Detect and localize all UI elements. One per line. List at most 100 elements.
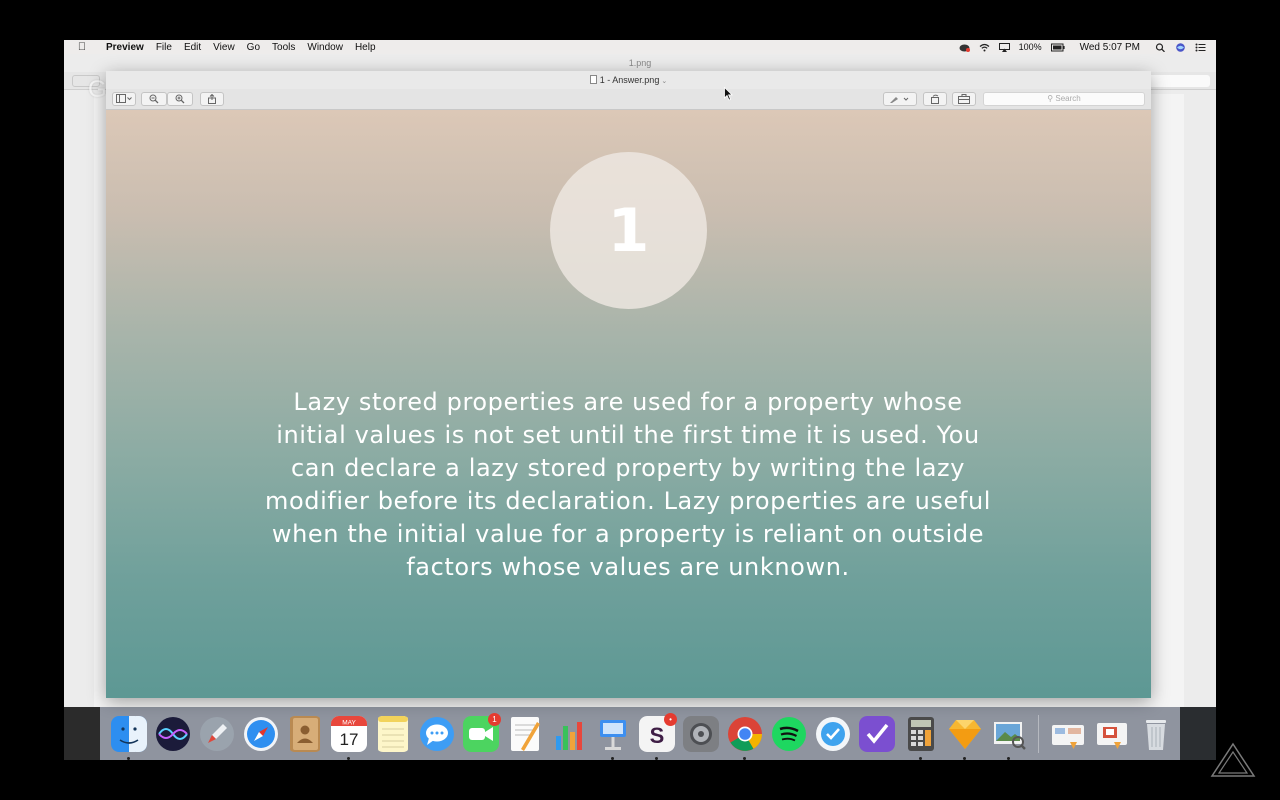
battery-icon[interactable] xyxy=(1050,43,1065,52)
window-titlebar[interactable]: 1 - Answer.png ⌄ xyxy=(106,71,1151,89)
gear-icon xyxy=(683,715,719,752)
dock-omnifocus[interactable] xyxy=(856,713,898,755)
dock-chrome[interactable] xyxy=(724,713,766,760)
menu-edit[interactable]: Edit xyxy=(178,42,207,53)
toolbox-icon xyxy=(958,94,970,104)
dock-contacts[interactable] xyxy=(284,713,326,755)
rotate-button[interactable] xyxy=(923,92,947,106)
dock-numbers[interactable] xyxy=(548,713,590,755)
desktop-screen:  Preview File Edit View Go Tools Window… xyxy=(64,40,1216,760)
sidebar-icon xyxy=(116,94,132,103)
menu-go[interactable]: Go xyxy=(241,42,266,53)
dock-slack[interactable]: S • xyxy=(636,712,678,760)
creative-cloud-icon[interactable] xyxy=(959,43,970,52)
checkbox-icon xyxy=(859,715,895,752)
dock-mail-pilot[interactable] xyxy=(812,713,854,755)
pen-icon xyxy=(890,97,909,103)
dock-facetime[interactable]: 1 xyxy=(460,712,502,755)
zoom-in-button[interactable] xyxy=(167,92,193,106)
desktop-wallpaper-left xyxy=(64,707,100,760)
dock-siri[interactable] xyxy=(152,713,194,755)
calculator-icon xyxy=(908,716,934,751)
rotate-icon xyxy=(931,94,939,104)
svg-text:S: S xyxy=(650,723,665,748)
calendar-month: MAY xyxy=(342,719,356,726)
notification-center-icon[interactable] xyxy=(1195,43,1206,52)
dock-launchpad[interactable] xyxy=(196,713,238,755)
dock-safari[interactable] xyxy=(240,713,282,755)
dock-sketch[interactable] xyxy=(944,713,986,760)
dock-calendar[interactable]: MAY 17 xyxy=(328,713,370,760)
dock-keynote[interactable] xyxy=(592,713,634,760)
dock-textedit[interactable] xyxy=(504,713,546,755)
search-icon: ⚲ xyxy=(1047,94,1054,103)
dock-calculator[interactable] xyxy=(900,713,942,760)
textedit-icon xyxy=(511,716,540,751)
app-menu[interactable]: Preview xyxy=(100,42,150,53)
dock: MAY 17 1 S • xyxy=(100,707,1180,760)
triangle-logo-icon xyxy=(1210,742,1256,777)
calendar-day: 17 xyxy=(340,730,359,749)
dock-finder[interactable] xyxy=(108,713,150,760)
menu-bar:  Preview File Edit View Go Tools Window… xyxy=(64,40,1216,54)
menu-tools[interactable]: Tools xyxy=(266,42,301,53)
dock-preview[interactable] xyxy=(988,713,1030,760)
title-chevron-icon[interactable]: ⌄ xyxy=(661,78,667,85)
notification-badge: • xyxy=(664,712,677,726)
keynote-icon xyxy=(600,719,626,750)
dock-spotify[interactable] xyxy=(768,713,810,755)
document-icon xyxy=(589,75,597,84)
checkmark-circle-icon xyxy=(816,716,850,751)
trash-icon xyxy=(1146,719,1166,750)
wifi-icon[interactable] xyxy=(979,43,990,52)
dock-separator xyxy=(1038,714,1039,753)
running-indicator xyxy=(611,756,614,760)
running-indicator xyxy=(743,756,746,760)
dock-downloads-stack[interactable] xyxy=(1047,713,1089,755)
window-title[interactable]: 1 - Answer.png xyxy=(600,75,660,85)
dock-messages[interactable] xyxy=(416,713,458,755)
share-button[interactable] xyxy=(200,92,224,106)
dock-notes[interactable] xyxy=(372,713,414,755)
menu-view[interactable]: View xyxy=(207,42,241,53)
siri-menu-icon[interactable] xyxy=(1175,42,1186,52)
running-indicator xyxy=(655,756,658,760)
menu-file[interactable]: File xyxy=(150,42,178,53)
menu-clock[interactable]: Wed 5:07 PM xyxy=(1080,42,1140,53)
sketch-diamond-icon xyxy=(949,719,981,749)
sidebar-toggle-button[interactable] xyxy=(112,92,136,106)
running-indicator xyxy=(127,756,130,760)
search-input[interactable]: ⚲ Search xyxy=(983,92,1145,106)
spotlight-icon[interactable] xyxy=(1155,42,1166,52)
markup-button[interactable] xyxy=(883,92,917,106)
chrome-icon xyxy=(728,716,762,751)
safari-icon xyxy=(244,716,278,751)
background-window-title: 1.png xyxy=(628,58,652,68)
launchpad-icon xyxy=(200,716,234,751)
menu-window[interactable]: Window xyxy=(301,42,349,53)
running-indicator xyxy=(963,756,966,760)
menu-help[interactable]: Help xyxy=(349,42,382,53)
calendar-icon: MAY 17 xyxy=(331,715,367,752)
dock-trash[interactable] xyxy=(1135,713,1177,755)
number-badge: 1 xyxy=(550,152,707,309)
dock-system-preferences[interactable] xyxy=(680,713,722,755)
messages-icon xyxy=(420,716,454,751)
zoom-out-button[interactable] xyxy=(141,92,167,106)
documents-stack-icon xyxy=(1097,722,1127,749)
answer-image: 1 Lazy stored properties are used for a … xyxy=(106,110,1151,698)
status-area: 100% Wed 5:07 PM xyxy=(959,42,1216,53)
toolbox-button[interactable] xyxy=(952,92,976,106)
airplay-icon[interactable] xyxy=(998,42,1010,52)
apple-menu-icon[interactable]:  xyxy=(64,41,100,53)
mouse-cursor-icon xyxy=(724,87,733,101)
dock-documents-stack[interactable] xyxy=(1091,713,1133,755)
window-toolbar: ⚲ Search xyxy=(106,89,1151,110)
notes-icon xyxy=(378,715,408,752)
notification-badge: 1 xyxy=(488,712,501,726)
preview-window: 1 - Answer.png ⌄ ⚲ Search 1 Lazy stored … xyxy=(106,71,1151,698)
running-indicator xyxy=(347,756,350,760)
preview-icon xyxy=(994,721,1026,750)
answer-number: 1 xyxy=(607,195,650,266)
zoom-out-icon xyxy=(149,94,159,104)
